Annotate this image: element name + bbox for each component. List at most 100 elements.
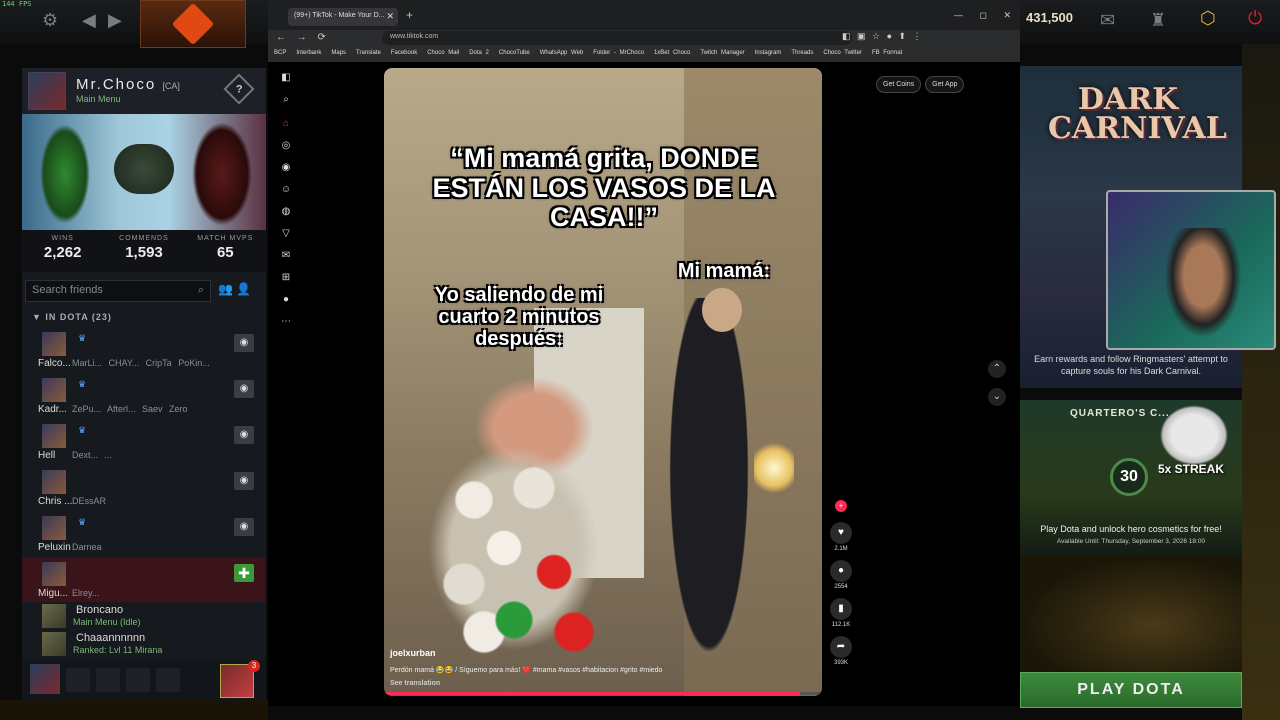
messages-icon[interactable]: ✉: [280, 250, 292, 262]
share-button[interactable]: ➦ 393K: [828, 636, 854, 666]
search-friends-input[interactable]: Search friends ⌕: [25, 280, 211, 302]
new-tab-icon[interactable]: +: [406, 8, 413, 22]
party-slot[interactable]: [156, 668, 180, 692]
get-app-button[interactable]: Get App: [925, 76, 965, 93]
bookmark[interactable]: Threads: [791, 50, 813, 56]
close-icon[interactable]: ✕: [386, 11, 394, 22]
party-avatar[interactable]: [30, 664, 60, 694]
chevron-down-icon[interactable]: ⌄: [988, 388, 1006, 406]
bookmark[interactable]: 1xBet Choco: [654, 50, 690, 56]
profile-hero-showcase[interactable]: [22, 114, 266, 230]
following-icon[interactable]: ◉: [280, 162, 292, 174]
see-translation-link[interactable]: See translation: [390, 680, 440, 687]
get-coins-button[interactable]: Get Coins: [876, 76, 922, 93]
bookmark[interactable]: Choco Mail: [427, 50, 459, 56]
search-icon[interactable]: ⌕: [198, 284, 204, 297]
avatar[interactable]: [28, 72, 66, 110]
friend-name: Migu...: [38, 588, 69, 599]
watch-eye-icon[interactable]: ◉: [234, 472, 254, 490]
follow-button[interactable]: +: [828, 500, 854, 512]
bookmark[interactable]: Choco Twitter: [823, 50, 862, 56]
streamer-figure: [1158, 228, 1248, 348]
party-slot[interactable]: [66, 668, 90, 692]
play-dota-button[interactable]: PLAY DOTA: [1020, 672, 1242, 708]
comment-icon[interactable]: ●: [830, 560, 852, 582]
plus-shop-icon[interactable]: ⬡: [1200, 8, 1216, 29]
settings-gear-icon[interactable]: ⚙: [42, 10, 58, 31]
party-slot[interactable]: [96, 668, 120, 692]
armory-icon[interactable]: ♜: [1150, 10, 1166, 31]
live-icon[interactable]: ◍: [280, 206, 292, 218]
extension-icons[interactable]: ◧ ▣ ☆ ● ⬆ ⋮: [842, 31, 922, 42]
bookmark[interactable]: Instagram: [755, 50, 782, 56]
save-button[interactable]: ▮ 112.1K: [828, 598, 854, 628]
section-label: IN DOTA (23): [45, 312, 112, 322]
search-placeholder: Search friends: [32, 284, 103, 296]
friend-row[interactable]: Migu... Elrey... ✚: [22, 558, 266, 602]
help-icon[interactable]: ?: [223, 73, 255, 105]
more-icon[interactable]: ⋯: [280, 316, 292, 328]
tab-tiktok[interactable]: (99+) TikTok - Make Your D... ✕: [288, 8, 398, 26]
profile-icon[interactable]: ●: [280, 294, 292, 306]
bookmark[interactable]: BCP: [274, 50, 286, 56]
friends-icon[interactable]: ☺: [280, 184, 292, 196]
bookmark[interactable]: Facebook: [391, 50, 417, 56]
video-lamp: [754, 438, 794, 498]
window-controls[interactable]: — ◻ ✕: [954, 10, 1011, 21]
watch-eye-icon[interactable]: ◉: [234, 426, 254, 444]
invite-plus-icon[interactable]: ✚: [234, 564, 254, 582]
quartero-event-card[interactable]: QUARTERO'S C... 30 5x STREAK Play Dota a…: [1020, 400, 1242, 556]
bookmark[interactable]: Maps: [331, 50, 346, 56]
profile-name[interactable]: Mr.Choco [CA]: [76, 76, 180, 93]
power-icon[interactable]: ⏻: [1248, 8, 1262, 29]
video-progress-bar[interactable]: [384, 692, 822, 695]
share-icon[interactable]: ➦: [830, 636, 852, 658]
like-button[interactable]: ♥ 2.1M: [828, 522, 854, 552]
friend-row[interactable]: ♛ Kadr... ZePu... Afterl... Saev Zero ◉: [22, 374, 266, 418]
party-slot[interactable]: [126, 668, 150, 692]
bookmark[interactable]: Interbank: [296, 50, 321, 56]
bookmark[interactable]: Folder - MrChoco: [593, 50, 644, 56]
bookmark-icon[interactable]: ▮: [830, 598, 852, 620]
video-player[interactable]: “Mi mamá grita, DONDE ESTÁN LOS VASOS DE…: [384, 68, 822, 696]
dota-logo-icon[interactable]: [140, 0, 246, 48]
watch-eye-icon[interactable]: ◉: [234, 334, 254, 352]
mail-icon[interactable]: ✉: [1100, 10, 1115, 31]
friend-row[interactable]: ♛ Falco... MarLi... CHAY... CripTa PoKin..…: [22, 328, 266, 372]
friend-avatar: [42, 562, 66, 586]
sidebar-toggle-icon[interactable]: ◧: [280, 72, 292, 84]
video-author[interactable]: joelxurban: [390, 648, 436, 658]
activity-icon[interactable]: ▽: [280, 228, 292, 240]
explore-icon[interactable]: ◎: [280, 140, 292, 152]
back-arrow-icon[interactable]: ◀: [82, 10, 96, 31]
search-icon[interactable]: ⌕: [280, 94, 292, 106]
bookmark[interactable]: WhatsApp Web: [540, 50, 584, 56]
friend-row[interactable]: ♛ Hell Dext... ... ◉: [22, 420, 266, 464]
comment-button[interactable]: ● 2554: [828, 560, 854, 590]
upload-icon[interactable]: ⊞: [280, 272, 292, 284]
friend-row[interactable]: Chris ... DEssAR ◉: [22, 466, 266, 510]
forward-arrow-icon[interactable]: ▶: [108, 10, 122, 31]
watch-eye-icon[interactable]: ◉: [234, 518, 254, 536]
chevron-up-icon[interactable]: ⌃: [988, 360, 1006, 378]
friend-row[interactable]: Chaaannnnnn Ranked: Lvl 11 Mirana: [22, 630, 266, 658]
home-icon[interactable]: ⌂: [280, 118, 292, 130]
comment-count: 2554: [834, 584, 848, 590]
friends-section-header[interactable]: ▼ IN DOTA (23): [32, 312, 112, 322]
friend-row[interactable]: Broncano Main Menu (Idle): [22, 602, 266, 630]
plus-icon[interactable]: +: [835, 500, 847, 512]
bookmark[interactable]: Dota 2: [469, 50, 489, 56]
bookmark[interactable]: FB Format: [872, 50, 902, 56]
add-friend-icon[interactable]: 👥 👤: [218, 282, 251, 296]
heart-icon[interactable]: ♥: [830, 522, 852, 544]
watch-eye-icon[interactable]: ◉: [234, 380, 254, 398]
stat-value: 2,262: [43, 244, 82, 261]
address-bar[interactable]: www.tiktok.com: [382, 31, 852, 45]
profile-status: Main Menu: [76, 94, 121, 104]
crown-icon: ♛: [78, 379, 87, 389]
friend-row[interactable]: ♛ Peluxin Darnea ◉: [22, 512, 266, 556]
bookmark[interactable]: Translate: [356, 50, 381, 56]
bookmark[interactable]: ChocoTube: [499, 50, 530, 56]
bookmark[interactable]: Twitch Manager: [700, 50, 744, 56]
nav-buttons[interactable]: ← → ⟳: [276, 32, 326, 43]
